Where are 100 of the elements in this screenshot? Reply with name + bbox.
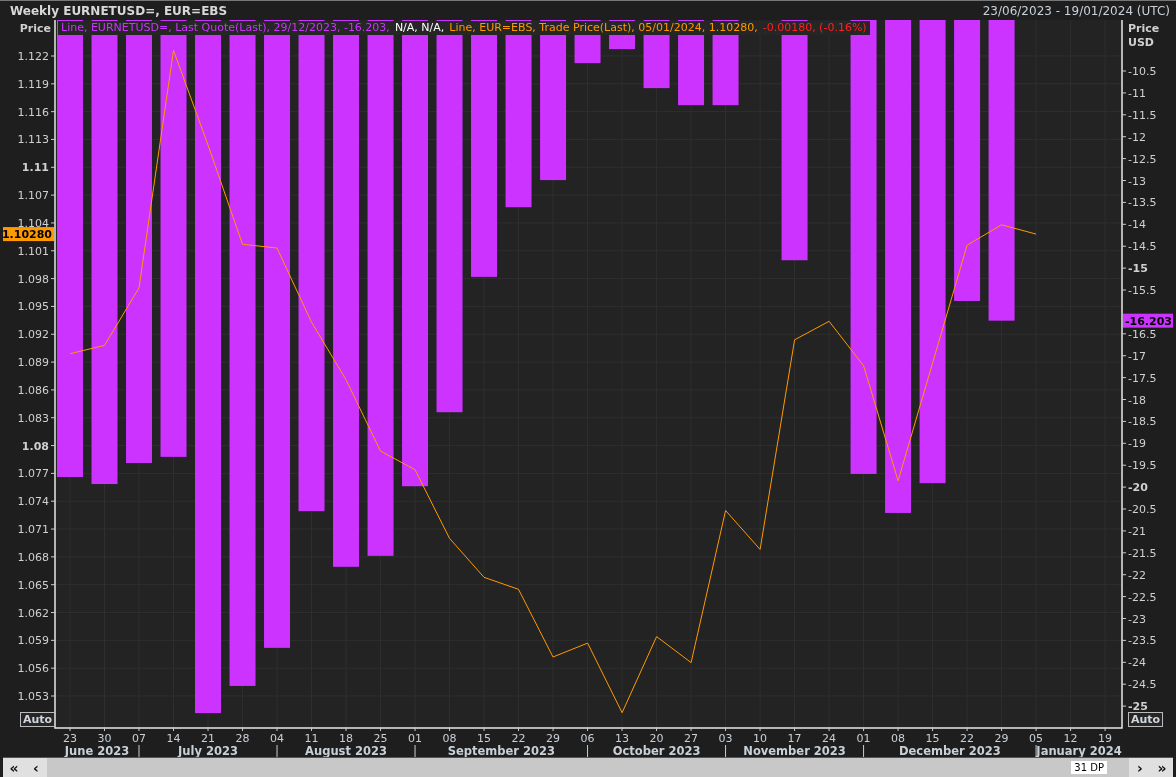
x-tick-label: 22: [511, 732, 526, 745]
x-tick-label: 22: [960, 732, 975, 745]
scroll-button[interactable]: ›: [1129, 758, 1151, 777]
month-label: June 2023: [64, 744, 130, 757]
axis-label: 1.119: [17, 77, 56, 91]
y2-tick-label: -14.5: [1128, 240, 1157, 254]
y-tick-label: 1.119: [17, 77, 49, 91]
y-tick-label: 1.092: [17, 328, 49, 342]
axis-label: -25: [1121, 700, 1148, 714]
y-tick-label: 1.074: [17, 495, 49, 509]
price-marker: 1.10280: [1, 227, 54, 242]
axis-label: 1.107: [17, 189, 56, 203]
axis-label: 1.098: [17, 272, 56, 286]
x-tick-label: 03: [718, 732, 733, 745]
axis-label: -12.5: [1121, 152, 1157, 166]
x-tick-label: 04: [270, 732, 285, 745]
axis-label: -19: [1121, 437, 1146, 451]
x-tick-label: 17: [787, 732, 802, 745]
axis-label: 1.053: [17, 690, 56, 703]
y2-tick-label: -22.5: [1128, 590, 1157, 604]
auto-scale-button[interactable]: Auto: [1128, 712, 1164, 727]
axis-label: 1.113: [17, 133, 56, 147]
axis-label: 15: [925, 727, 940, 745]
y-tick-label: 1.071: [17, 523, 49, 537]
x-tick-label: 13: [615, 732, 630, 745]
y-tick-label: 1.113: [17, 133, 49, 147]
axis-label: -14: [1121, 218, 1146, 232]
y2-tick-label: -12: [1128, 130, 1146, 144]
y2-tick-label: -22: [1128, 568, 1146, 582]
x-tick-label: 24: [822, 732, 837, 745]
scroll-button[interactable]: »: [1151, 758, 1173, 777]
x-tick-label: 27: [684, 732, 699, 745]
axis-label: 1.11: [21, 161, 56, 175]
axis-label: 27: [684, 727, 699, 745]
x-tick-label: 01: [408, 732, 423, 745]
legend-entry: Line, EUR=EBS, Trade Price(Last), 05/01/2024, 1.10280,: [449, 21, 758, 35]
x-tick-label: 15: [925, 732, 940, 745]
axis-label: 29: [546, 727, 561, 745]
axis-label: 18: [339, 727, 354, 745]
axis-label: -24: [1121, 656, 1146, 670]
y-tick-label: 1.095: [17, 300, 49, 314]
axis-label: 30: [97, 727, 112, 745]
axis-label: 10: [753, 727, 768, 745]
axis-label: -15.5: [1121, 284, 1157, 297]
x-tick-label: 06: [580, 732, 595, 745]
date-range: 23/06/2023 - 19/01/2024 (UTC): [982, 3, 1170, 18]
axis-label: 29: [994, 727, 1009, 745]
y2-tick-label: -12.5: [1128, 152, 1157, 166]
y-tick-label: 1.08: [21, 439, 49, 453]
axis-label: -22: [1121, 568, 1146, 582]
x-tick-label: 21: [201, 732, 216, 745]
y2-tick-label: -14: [1128, 218, 1146, 232]
x-tick-label: 29: [994, 732, 1009, 745]
axis-label: -16.5: [1121, 327, 1157, 341]
axis-label: -11: [1121, 86, 1146, 100]
axis-label: 11: [304, 727, 319, 745]
y2-tick-label: -16.5: [1128, 327, 1157, 341]
axis-label: 1.083: [17, 411, 56, 425]
axis-label: -21.5: [1121, 546, 1157, 560]
x-tick-label: 30: [97, 732, 112, 745]
month-label: November 2023: [743, 744, 846, 757]
y-tick-label: 1.101: [17, 244, 49, 258]
y2-tick-label: -10.5: [1128, 65, 1157, 79]
axis-label: 12: [1063, 727, 1078, 745]
x-tick-label: 12: [1063, 732, 1078, 745]
axis-title: Price: [19, 22, 51, 35]
legend-entry: Line, EURNETUSD=, Last Quote(Last), 29/12/2023, -16.203,: [61, 21, 390, 35]
x-tick-label: 15: [477, 732, 492, 745]
y-tick-label: 1.077: [17, 467, 49, 481]
axis-label: 28: [235, 727, 250, 745]
axis-label: -18: [1121, 393, 1146, 407]
y2-tick-label: -11.5: [1128, 108, 1157, 122]
axis-label: 23: [63, 727, 77, 745]
y2-tick-label: -15.5: [1128, 284, 1157, 298]
axis-label: -13: [1121, 174, 1146, 188]
x-tick-label: 18: [339, 732, 354, 745]
axis-label: 1.08: [21, 439, 56, 453]
axis-label: 1.095: [17, 300, 56, 314]
data-points-label: 31 DP: [1071, 761, 1107, 774]
axis-label: 08: [442, 727, 457, 745]
axis-label: -20.5: [1121, 503, 1157, 516]
axis-label: -22.5: [1121, 590, 1157, 604]
scroll-button[interactable]: ‹: [25, 758, 47, 777]
axis-label: -12: [1121, 130, 1146, 144]
axis-label: 1.101: [17, 244, 56, 258]
month-label: January 2024: [1036, 744, 1122, 757]
x-tick-label: 25: [373, 732, 388, 745]
axis-label: 1.077: [17, 467, 56, 481]
auto-scale-button[interactable]: Auto: [20, 712, 56, 727]
axis-label: -13.5: [1121, 196, 1157, 210]
x-tick-label: 20: [649, 732, 664, 745]
x-tick-label: 23: [63, 732, 78, 745]
axis-label: -18.5: [1121, 415, 1157, 429]
axis-label: 1.074: [17, 495, 56, 509]
axis-label: 1.056: [17, 662, 56, 676]
x-tick-label: 11: [304, 732, 319, 745]
axis-label: -17: [1121, 349, 1146, 363]
y2-tick-label: -23.5: [1128, 634, 1157, 648]
axis-label: 07: [132, 727, 146, 745]
scroll-button[interactable]: «: [3, 758, 25, 777]
